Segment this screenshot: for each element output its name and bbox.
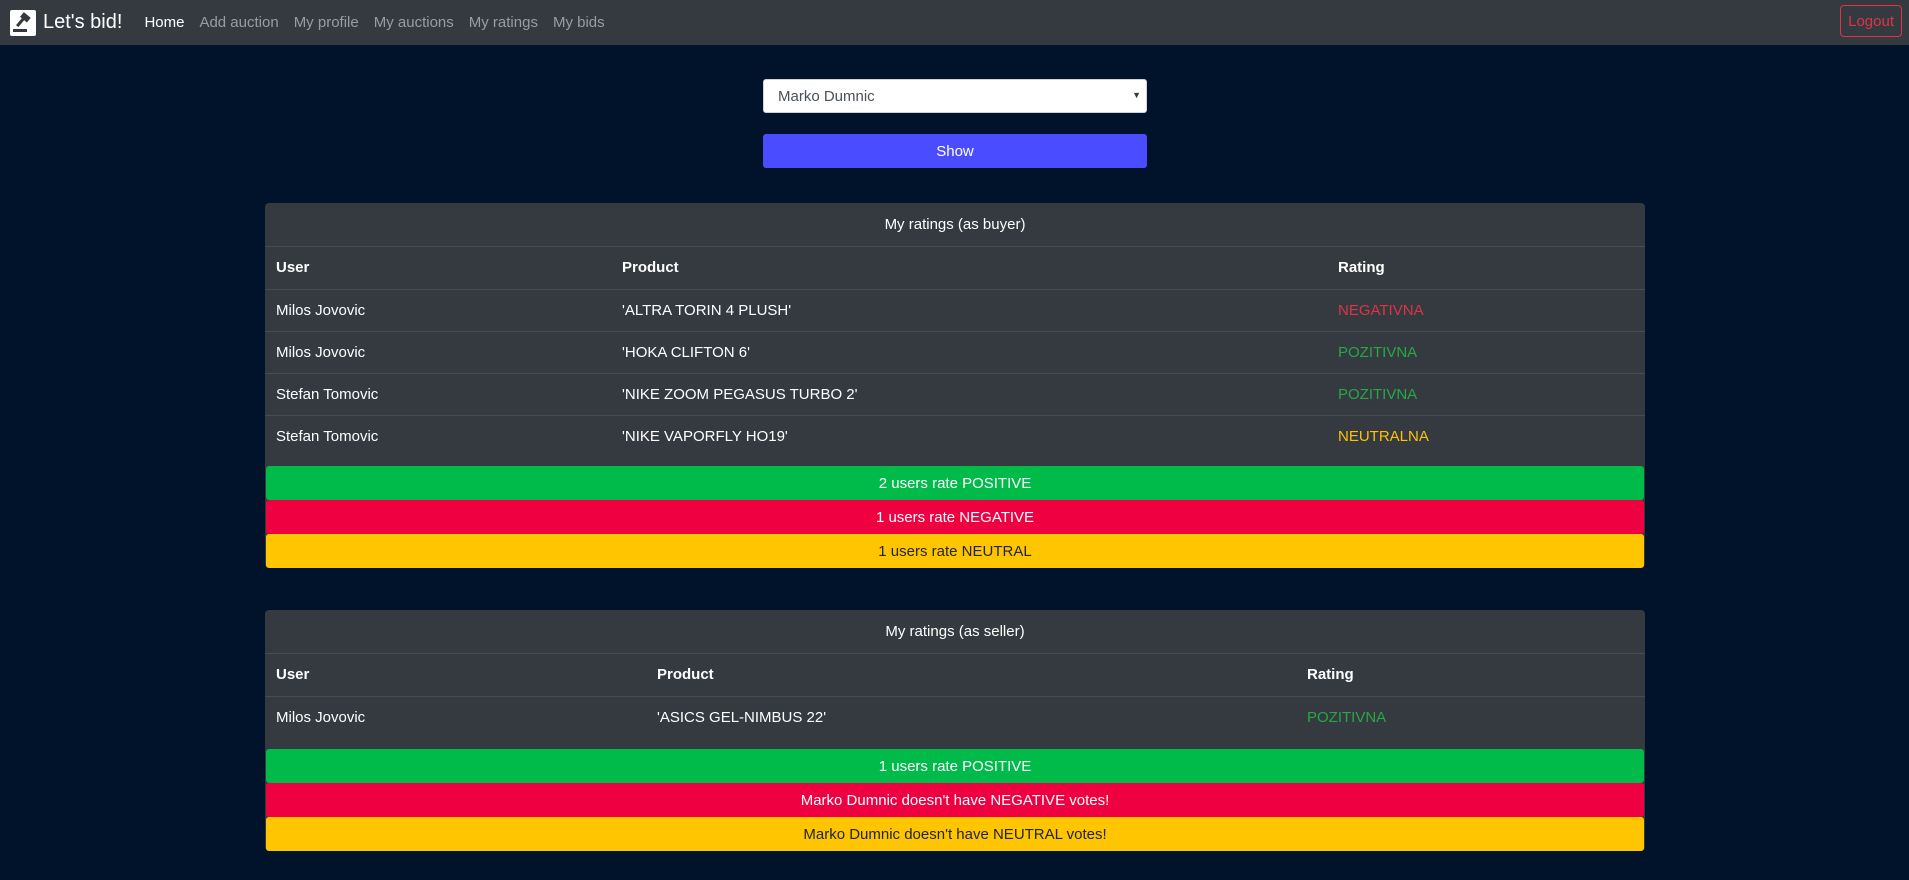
buyer-positive-summary: 2 users rate POSITIVE <box>266 466 1644 500</box>
nav-my-ratings[interactable]: My ratings <box>469 14 538 31</box>
seller-ratings-table: User Product Rating Milos Jovovic 'ASICS… <box>265 654 1645 738</box>
buyer-neutral-summary: 1 users rate NEUTRAL <box>266 534 1644 568</box>
row-product: 'NIKE ZOOM PEGASUS TURBO 2' <box>611 372 1327 415</box>
buyer-ratings-title: My ratings (as buyer) <box>265 203 1645 247</box>
nav-my-profile[interactable]: My profile <box>294 14 359 31</box>
seller-neutral-summary: Marko Dumnic doesn't have NEUTRAL votes! <box>266 817 1644 851</box>
logout-button[interactable]: Logout <box>1840 5 1902 37</box>
row-rating: NEGATIVNA <box>1338 301 1424 319</box>
show-button[interactable]: Show <box>763 134 1147 168</box>
buyer-negative-summary: 1 users rate NEGATIVE <box>266 500 1644 534</box>
row-rating: NEUTRALNA <box>1327 414 1645 457</box>
row-product: 'NIKE VAPORFLY HO19' <box>611 414 1327 457</box>
row-user: Milos Jovovic <box>265 330 611 373</box>
row-product: 'ASICS GEL-NIMBUS 22' <box>657 708 827 726</box>
column-product: Product <box>611 247 1327 290</box>
table-row: Milos Jovovic 'ALTRA TORIN 4 PLUSH' NEGA… <box>265 289 1645 331</box>
column-rating: Rating <box>1327 247 1645 290</box>
table-row: Milos Jovovic 'ASICS GEL-NIMBUS 22' POZI… <box>265 696 1645 738</box>
seller-positive-summary: 1 users rate POSITIVE <box>266 749 1644 783</box>
row-product: 'ALTRA TORIN 4 PLUSH' <box>622 301 792 319</box>
table-row: Stefan Tomovic 'NIKE ZOOM PEGASUS TURBO … <box>265 372 1645 415</box>
brand-name: Let's bid! <box>43 11 123 33</box>
table-header-row: User Product Rating <box>265 654 1645 697</box>
nav-add-auction[interactable]: Add auction <box>199 14 278 31</box>
row-rating: POZITIVNA <box>1327 330 1645 373</box>
row-user: Stefan Tomovic <box>265 372 611 415</box>
column-rating: Rating <box>1296 654 1645 697</box>
seller-ratings-title: My ratings (as seller) <box>265 610 1645 654</box>
navbar: Let's bid! Home Add auction My profile M… <box>0 0 1909 45</box>
table-row: Milos Jovovic 'HOKA CLIFTON 6' POZITIVNA <box>265 330 1645 373</box>
column-user: User <box>265 654 646 697</box>
user-select[interactable]: Marko Dumnic ▼ <box>763 79 1147 113</box>
row-user: Milos Jovovic <box>276 708 366 726</box>
row-product: 'HOKA CLIFTON 6' <box>611 330 1327 373</box>
caret-down-icon: ▼ <box>1132 90 1141 100</box>
row-rating: POZITIVNA <box>1307 708 1387 726</box>
brand[interactable]: Let's bid! <box>10 9 123 36</box>
column-product: Product <box>646 654 1296 697</box>
seller-ratings-card: My ratings (as seller) User Product Rati… <box>265 610 1645 851</box>
row-user: Milos Jovovic <box>276 301 366 319</box>
column-user: User <box>265 247 611 290</box>
user-select-value: Marko Dumnic <box>778 87 875 105</box>
nav-home[interactable]: Home <box>144 14 184 31</box>
seller-negative-summary: Marko Dumnic doesn't have NEGATIVE votes… <box>266 783 1644 817</box>
table-row: Stefan Tomovic 'NIKE VAPORFLY HO19' NEUT… <box>265 414 1645 457</box>
row-rating: POZITIVNA <box>1327 372 1645 415</box>
row-user: Stefan Tomovic <box>265 414 611 457</box>
buyer-ratings-table: User Product Rating Milos Jovovic 'ALTRA… <box>265 247 1645 457</box>
table-header-row: User Product Rating <box>265 247 1645 290</box>
nav-my-auctions[interactable]: My auctions <box>374 14 454 31</box>
buyer-ratings-card: My ratings (as buyer) User Product Ratin… <box>265 203 1645 568</box>
gavel-icon <box>10 9 36 36</box>
nav-my-bids[interactable]: My bids <box>553 14 605 31</box>
